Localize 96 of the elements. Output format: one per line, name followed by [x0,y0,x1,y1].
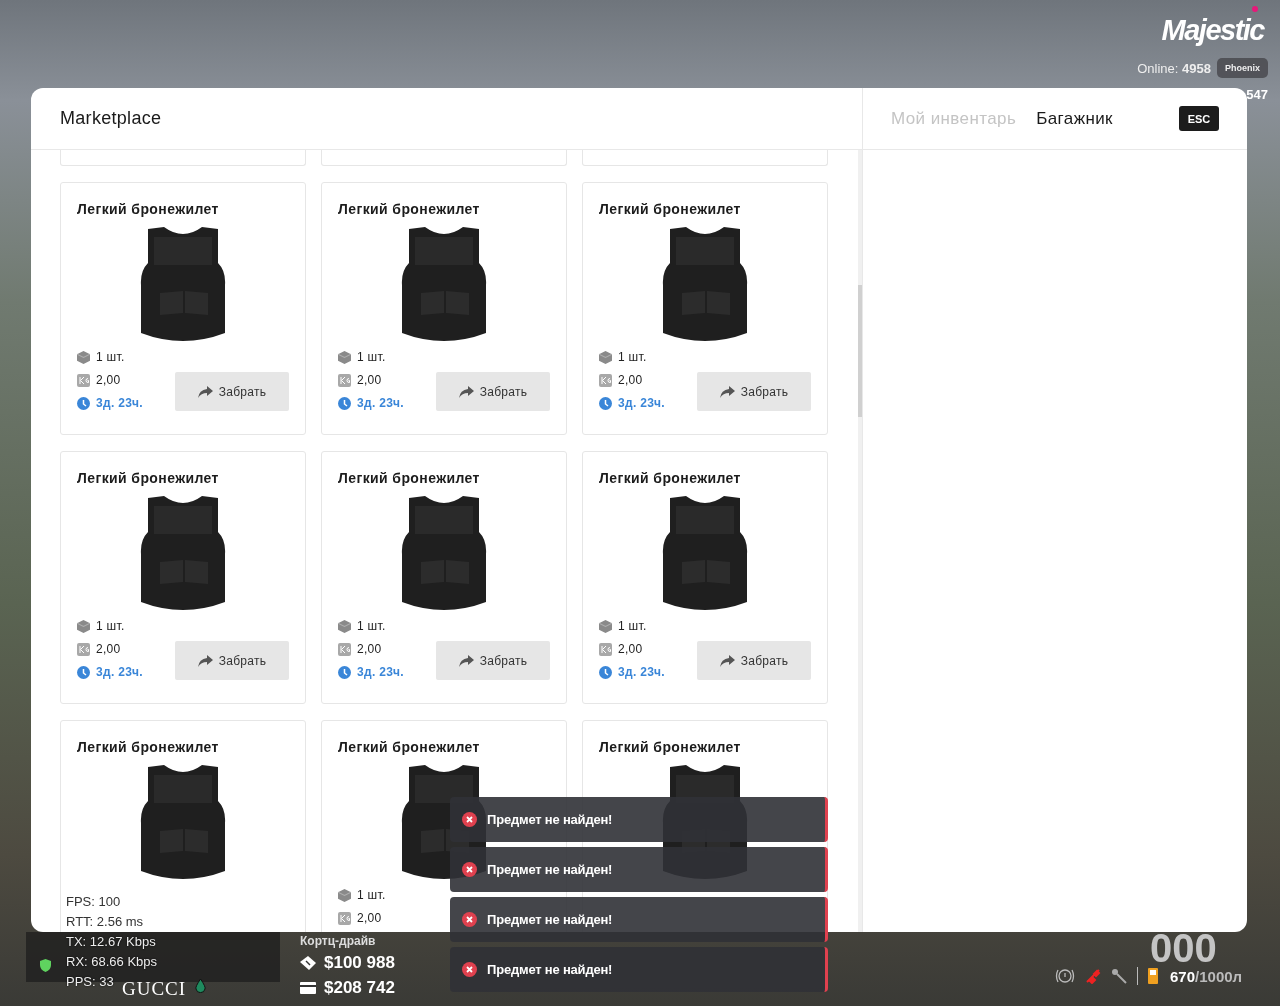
quantity-text: 1 шт. [357,619,386,633]
ticket-icon [300,956,316,970]
clock-icon [338,665,351,679]
weight-icon [599,642,612,656]
weight-icon [338,373,351,387]
time-left-text: 3д. 23ч. [96,396,143,410]
item-title: Легкий бронежилет [338,470,481,486]
weight-text: 2,00 [96,642,121,656]
error-icon [462,812,477,827]
weight-icon [338,642,351,656]
weight-icon [77,373,90,387]
box-icon [338,350,351,364]
item-title: Легкий бронежилет [338,739,481,755]
window-title: Marketplace [60,108,162,129]
clock-icon [599,396,612,410]
box-icon [599,350,612,364]
cash-amount: $100 988 [324,953,395,973]
scrollbar-thumb[interactable] [858,285,862,417]
clock-icon [77,665,90,679]
take-button[interactable]: Забрать [175,641,289,680]
clock-icon [338,396,351,410]
notification-text: Предмет не найден! [487,862,613,877]
card-icon [300,982,316,994]
net-stat-text: RX: 68.66 Kbps [66,954,158,970]
weight-text: 2,00 [357,911,382,925]
share-arrow-icon [458,654,474,667]
take-button[interactable]: Забрать [436,372,550,411]
net-stat-text: FPS: 100 [66,894,122,910]
quantity-text: 1 шт. [357,888,386,902]
item-title: Легкий бронежилет [599,739,742,755]
fuel-amount: 670 [1170,967,1196,985]
notification-text: Предмет не найден! [487,962,613,977]
logo-text: Majestic [1161,14,1264,47]
fuel-icon [1148,968,1160,984]
error-icon [462,962,477,977]
share-arrow-icon [197,654,213,667]
take-button[interactable]: Забрать [175,372,289,411]
take-button[interactable]: Забрать [436,641,550,680]
time-left-text: 3д. 23ч. [96,665,143,679]
weight-icon [77,642,90,656]
time-left-text: 3д. 23ч. [357,665,404,679]
weight-text: 2,00 [618,373,643,387]
item-title: Легкий бронежилет [338,201,481,217]
weight-icon [338,911,351,925]
time-left-text: 3д. 23ч. [357,396,404,410]
share-arrow-icon [719,385,735,398]
error-icon [462,912,477,927]
weight-text: 2,00 [357,373,382,387]
share-arrow-icon [719,654,735,667]
time-left-text: 3д. 23ч. [618,665,665,679]
quantity-text: 1 шт. [357,350,386,364]
share-arrow-icon [197,385,213,398]
weight-text: 2,00 [618,642,643,656]
quantity-text: 1 шт. [96,350,125,364]
brand-text: GUCCI [122,978,187,1000]
box-icon [77,350,90,364]
net-stat-text: RTT: 2.56 ms [66,914,145,930]
tab[interactable]: Багажник [1036,108,1113,129]
notification-text: Предмет не найден! [487,912,613,927]
net-stat-text: TX: 12.67 Kbps [66,934,157,950]
weight-text: 2,00 [357,642,382,656]
brake-icon [1055,967,1075,985]
box-icon [77,619,90,633]
speed-text: 000 [1150,931,1217,965]
error-icon [462,862,477,877]
box-icon [338,888,351,902]
server-badge: Phoenix [1217,58,1268,78]
key-icon [1111,968,1127,984]
clock-icon [77,396,90,410]
item-title: Легкий бронежилет [599,470,742,486]
item-title: Легкий бронежилет [77,470,220,486]
time-left-text: 3д. 23ч. [618,396,665,410]
take-button[interactable]: Забрать [697,641,811,680]
logo-dot-icon [1252,6,1258,12]
shield-icon [40,959,51,972]
item-title: Легкий бронежилет [77,739,220,755]
box-icon [599,619,612,633]
location-text: Кортц-драйв [300,934,377,948]
share-arrow-icon [458,385,474,398]
notification-text: Предмет не найден! [487,812,613,827]
clock-icon [599,665,612,679]
esc-button[interactable]: ESC [1179,106,1219,131]
player-id-text: 547 [1246,87,1268,102]
weight-icon [599,373,612,387]
item-title: Легкий бронежилет [599,201,742,217]
quantity-text: 1 шт. [96,619,125,633]
bank-amount: $208 742 [324,978,395,998]
take-button[interactable]: Забрать [697,372,811,411]
quantity-text: 1 шт. [618,350,647,364]
online-count: Online: 4958 [1137,60,1211,76]
drop-icon [195,979,206,993]
item-title: Легкий бронежилет [77,201,220,217]
quantity-text: 1 шт. [618,619,647,633]
box-icon [338,619,351,633]
fuel-capacity: /1000л [1195,967,1243,985]
weight-text: 2,00 [96,373,121,387]
